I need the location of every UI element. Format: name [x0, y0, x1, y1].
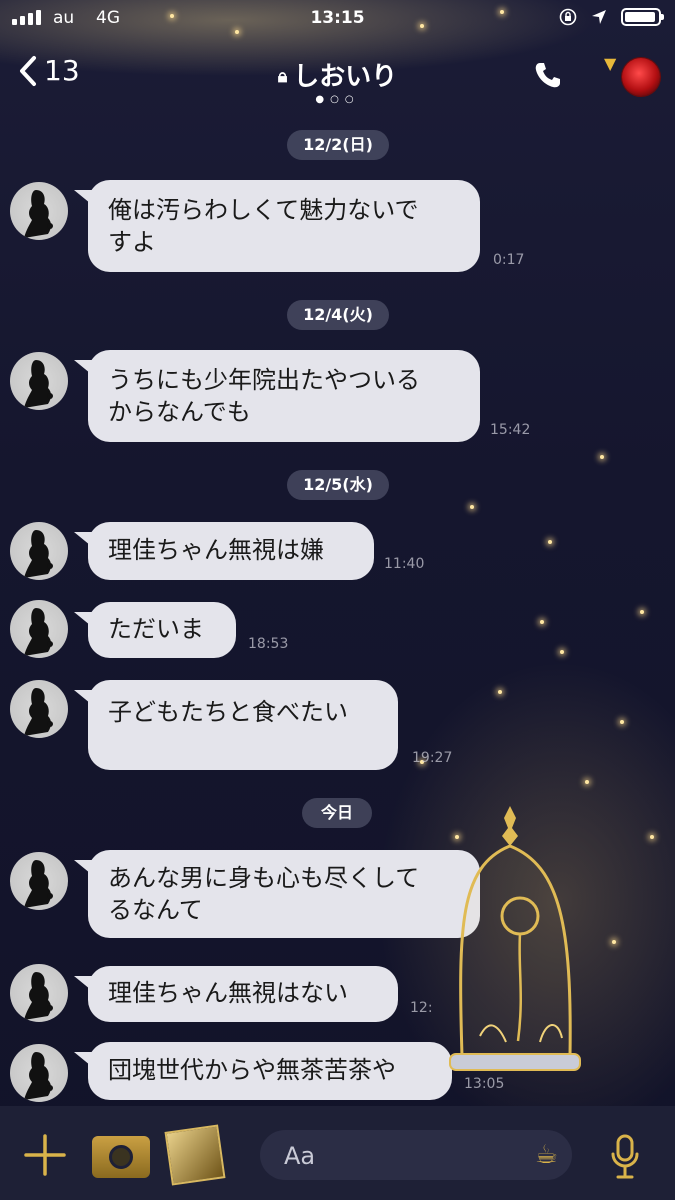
- message-text-line: ただいま: [108, 615, 204, 643]
- avatar[interactable]: [10, 522, 68, 580]
- chevron-down-icon[interactable]: ▼: [604, 54, 616, 73]
- lock-rotation-icon: [559, 8, 577, 26]
- input-bar: ☕︎: [0, 1106, 675, 1200]
- message-text-line: 俺は汚らわしくて魅力ないで: [108, 196, 419, 224]
- silhouette-icon: [24, 688, 53, 736]
- message-bubble[interactable]: 子どもたちと食べたい: [88, 680, 398, 770]
- silhouette-icon: [24, 1052, 53, 1100]
- message-text-line: 子どもたちと食べたい: [108, 698, 348, 726]
- silhouette-icon: [24, 530, 53, 578]
- status-icons: [559, 8, 664, 26]
- bell-jar-rose-decoration: [449, 806, 581, 1071]
- avatar[interactable]: [10, 852, 68, 910]
- silhouette-icon: [24, 972, 53, 1020]
- rose-icon[interactable]: [622, 58, 660, 96]
- message-bubble[interactable]: 理佳ちゃん無視はない: [88, 966, 398, 1022]
- date-separator: 今日: [302, 798, 372, 828]
- message-time: 11:40: [384, 556, 425, 572]
- camera-icon[interactable]: [92, 1136, 150, 1178]
- date-separator: 12/5(水): [287, 470, 389, 500]
- message-text-line: うちにも少年院出たやついる: [108, 366, 420, 394]
- message-time: 19:27: [412, 750, 453, 766]
- chat-header: 13 🔒︎ しおいり ●○○ ▼: [0, 38, 675, 108]
- photo-icon[interactable]: [164, 1124, 226, 1186]
- date-separator: 12/4(火): [287, 300, 389, 330]
- message-bubble[interactable]: ただいま: [88, 602, 236, 658]
- silhouette-icon: [24, 190, 53, 238]
- message-bubble[interactable]: 理佳ちゃん無視は嫌: [88, 522, 374, 580]
- silhouette-icon: [24, 860, 53, 908]
- message-field[interactable]: ☕︎: [260, 1130, 572, 1180]
- call-button[interactable]: [533, 60, 563, 94]
- lock-icon: 🔒︎: [277, 66, 288, 87]
- message-time: 12:: [410, 1000, 433, 1016]
- mic-icon[interactable]: [610, 1134, 640, 1180]
- status-bar: au 4G 13:15: [0, 0, 675, 38]
- message-input[interactable]: [282, 1138, 486, 1174]
- avatar[interactable]: [10, 182, 68, 240]
- message-time: 15:42: [490, 422, 531, 438]
- call-icon: [535, 63, 560, 88]
- message-bubble[interactable]: あんな男に身も心も尽くして るなんて: [88, 850, 480, 938]
- message-bubble[interactable]: 俺は汚らわしくて魅力ないで すよ: [88, 180, 480, 272]
- chat-title-text: しおいり: [293, 62, 398, 92]
- message-bubble[interactable]: うちにも少年院出たやついる からなんでも: [88, 350, 480, 442]
- message-time: 13:05: [464, 1076, 505, 1092]
- message-text-line: るなんて: [108, 896, 203, 924]
- message-time: 0:17: [493, 252, 525, 268]
- avatar[interactable]: [10, 600, 68, 658]
- date-separator: 12/2(日): [287, 130, 389, 160]
- avatar[interactable]: [10, 680, 68, 738]
- silhouette-icon: [24, 608, 53, 656]
- message-time: 18:53: [248, 636, 289, 652]
- page-indicator: ●○○: [315, 94, 360, 105]
- message-text-line: 理佳ちゃん無視はない: [108, 979, 348, 1007]
- message-text-line: 理佳ちゃん無視は嫌: [108, 536, 324, 564]
- message-text-line: 団塊世代からや無茶苦茶や: [108, 1056, 396, 1084]
- avatar[interactable]: [10, 964, 68, 1022]
- silhouette-icon: [24, 360, 53, 408]
- avatar[interactable]: [10, 352, 68, 410]
- location-icon: [592, 10, 606, 24]
- plus-icon[interactable]: [24, 1134, 66, 1176]
- battery-icon: [621, 8, 664, 26]
- message-text-line: からなんでも: [108, 398, 251, 426]
- message-bubble[interactable]: 団塊世代からや無茶苦茶や: [88, 1042, 452, 1100]
- avatar[interactable]: [10, 1044, 68, 1102]
- message-text-line: すよ: [108, 228, 156, 256]
- teapot-icon[interactable]: ☕︎: [535, 1140, 558, 1170]
- chat-title[interactable]: 🔒︎ しおいり: [0, 56, 675, 93]
- message-text-line: あんな男に身も心も尽くして: [108, 864, 420, 892]
